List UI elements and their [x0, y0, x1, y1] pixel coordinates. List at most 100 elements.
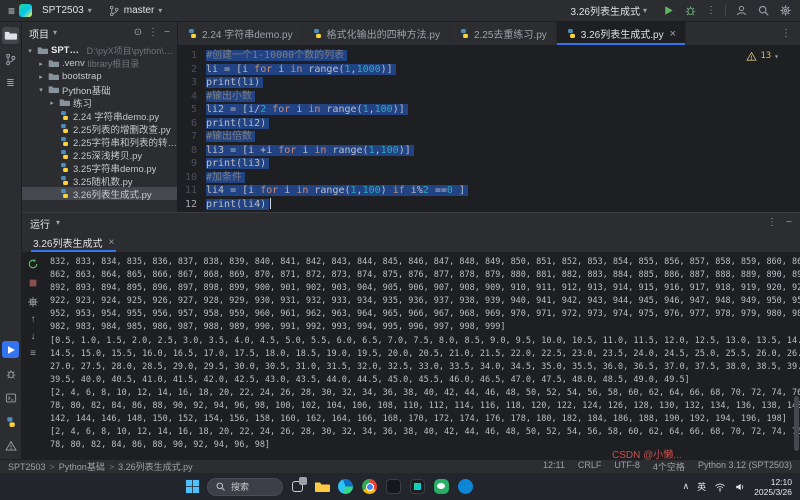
- ime-indicator[interactable]: 英: [697, 480, 706, 493]
- run-tool-window-icon[interactable]: [2, 341, 19, 358]
- commit-tool-window-icon[interactable]: [2, 51, 19, 68]
- chevron-down-icon: ▾: [56, 219, 60, 227]
- python-console-tool-window-icon[interactable]: [2, 413, 19, 430]
- chevron-icon[interactable]: ▸: [37, 73, 45, 81]
- file-encoding[interactable]: UTF-8: [614, 460, 640, 473]
- chevron-icon[interactable]: ▾: [37, 86, 45, 94]
- soft-wrap-icon[interactable]: ≡: [30, 349, 36, 359]
- qq-app-icon[interactable]: [456, 477, 475, 496]
- editor-tab[interactable]: 2.25去重练习.py: [450, 22, 557, 45]
- file-explorer-icon[interactable]: [312, 477, 331, 496]
- close-icon[interactable]: ×: [108, 238, 114, 248]
- tree-item[interactable]: ▸.venvlibrary根目录: [22, 57, 177, 70]
- taskbar-search[interactable]: 搜索: [207, 478, 283, 496]
- tree-item[interactable]: 3.25随机数.py: [22, 174, 177, 187]
- tree-item[interactable]: 3.26列表生成式.py: [22, 187, 177, 200]
- breadcrumb-item[interactable]: SPT2503: [8, 462, 46, 472]
- code-line[interactable]: li2 = [i/2 for i in range(1,100)]: [206, 103, 800, 117]
- code-line[interactable]: #创建一个1-10000个数的列表: [206, 49, 800, 63]
- code-editor[interactable]: #创建一个1-10000个数的列表li = [i for i in range(…: [206, 49, 800, 212]
- tree-item[interactable]: 2.25列表的增删改查.py: [22, 122, 177, 135]
- editor-tab[interactable]: 2.24 字符串demo.py: [178, 22, 303, 45]
- settings-gear-icon[interactable]: [779, 4, 792, 17]
- chevron-icon[interactable]: ▸: [37, 60, 45, 68]
- line-separator[interactable]: CRLF: [578, 460, 602, 473]
- tree-item[interactable]: 2.25深浅拷贝.py: [22, 148, 177, 161]
- vcs-branch-widget[interactable]: master ▾: [102, 3, 169, 19]
- run-config-widget[interactable]: 3.26列表生成式 ▾: [565, 1, 653, 20]
- indent-style[interactable]: 4个空格: [653, 460, 685, 473]
- close-icon[interactable]: ×: [670, 28, 676, 40]
- user-icon[interactable]: [735, 4, 748, 17]
- hide-panel-icon[interactable]: −: [786, 218, 792, 228]
- more-tabs-icon[interactable]: ⋮: [772, 22, 800, 45]
- terminal-tool-window-icon[interactable]: [2, 389, 19, 406]
- run-button[interactable]: [662, 4, 675, 17]
- tree-item[interactable]: 3.25字符串demo.py: [22, 161, 177, 174]
- breadcrumb-item[interactable]: 3.26列表生成式.py: [118, 460, 193, 473]
- code-line[interactable]: li3 = [i +i for i in range(1,100)]: [206, 144, 800, 158]
- editor-tab[interactable]: 3.26列表生成式.py ×: [557, 22, 686, 45]
- tree-item[interactable]: ▾SPT2503D:\pyX项目\python\myflaski: [22, 44, 177, 57]
- wifi-icon[interactable]: [714, 481, 726, 493]
- more-options-icon[interactable]: ⋮: [767, 218, 777, 228]
- code-line[interactable]: #输出小数: [206, 90, 800, 104]
- code-line[interactable]: #输出倍数: [206, 130, 800, 144]
- inspections-widget[interactable]: 13 ▾: [741, 49, 784, 65]
- edge-browser-icon[interactable]: [336, 477, 355, 496]
- chevron-icon[interactable]: ▾: [26, 47, 34, 55]
- hide-panel-icon[interactable]: −: [164, 28, 170, 38]
- code-line[interactable]: print(li2): [206, 117, 800, 131]
- line-number: 8: [178, 144, 197, 158]
- taskbar-clock[interactable]: 12:10 2025/3/26: [754, 477, 792, 497]
- search-placeholder: 搜索: [231, 480, 249, 493]
- wechat-app-icon[interactable]: [432, 477, 451, 496]
- breadcrumb-item[interactable]: Python基础: [59, 460, 105, 473]
- scrollbar-thumb[interactable]: [794, 396, 799, 451]
- stop-icon[interactable]: [27, 277, 39, 289]
- code-line[interactable]: print(li): [206, 76, 800, 90]
- tray-expand-icon[interactable]: ∧: [683, 481, 690, 492]
- chevron-icon[interactable]: ▸: [48, 99, 56, 107]
- run-console-output[interactable]: 832, 833, 834, 835, 836, 837, 838, 839, …: [44, 253, 800, 459]
- caret-position[interactable]: 12:11: [543, 460, 565, 473]
- debug-tool-window-icon[interactable]: [2, 365, 19, 382]
- debug-button[interactable]: [684, 4, 697, 17]
- project-widget[interactable]: SPT2503 ▾: [36, 3, 98, 18]
- tree-item[interactable]: ▸练习: [22, 96, 177, 109]
- code-line[interactable]: print(li4): [206, 198, 800, 212]
- editor[interactable]: 123456789101112 #创建一个1-10000个数的列表li = [i…: [178, 46, 800, 212]
- main-menu-icon[interactable]: ≡: [8, 5, 15, 17]
- code-line[interactable]: li4 = [i for i in range(1,100) if i%2 ==…: [206, 184, 800, 198]
- terminal-app-icon[interactable]: [384, 477, 403, 496]
- more-options-icon[interactable]: ⋮: [148, 28, 158, 38]
- python-interpreter[interactable]: Python 3.12 (SPT2503): [698, 460, 792, 473]
- editor-tab[interactable]: 格式化输出的四种方法.py: [303, 22, 450, 45]
- chevron-down-icon[interactable]: ▾: [53, 29, 57, 37]
- problems-tool-window-icon[interactable]: [2, 437, 19, 454]
- tree-item[interactable]: ▾Python基础: [22, 83, 177, 96]
- locate-file-icon[interactable]: ⊙: [134, 28, 142, 38]
- run-tab[interactable]: 3.26列表生成式 ×: [31, 233, 116, 252]
- volume-icon[interactable]: [734, 481, 746, 493]
- structure-tool-window-icon[interactable]: ≣: [2, 75, 19, 92]
- tree-item[interactable]: 2.24 字符串demo.py: [22, 109, 177, 122]
- scroll-down-icon[interactable]: ↓: [31, 332, 36, 342]
- tree-item[interactable]: 2.25字符串和列表的转换.py: [22, 135, 177, 148]
- code-line[interactable]: #加条件: [206, 171, 800, 185]
- code-line[interactable]: li = [i for i in range(1,1000)]: [206, 63, 800, 77]
- code-line[interactable]: print(li3): [206, 157, 800, 171]
- task-view-icon[interactable]: [288, 477, 307, 496]
- more-run-actions-icon[interactable]: ⋮: [706, 6, 716, 16]
- rerun-icon[interactable]: [27, 258, 39, 270]
- pycharm-app-icon[interactable]: [408, 477, 427, 496]
- editor-tab-label: 3.26列表生成式.py: [581, 26, 664, 41]
- chrome-browser-icon[interactable]: [360, 477, 379, 496]
- scroll-up-icon[interactable]: ↑: [31, 315, 36, 325]
- divider: [725, 5, 726, 17]
- project-tool-window-icon[interactable]: [2, 27, 19, 44]
- tree-item[interactable]: ▸bootstrap: [22, 70, 177, 83]
- search-everywhere-icon[interactable]: [757, 4, 770, 17]
- run-settings-gear-icon[interactable]: [27, 296, 39, 308]
- start-button[interactable]: [183, 477, 202, 496]
